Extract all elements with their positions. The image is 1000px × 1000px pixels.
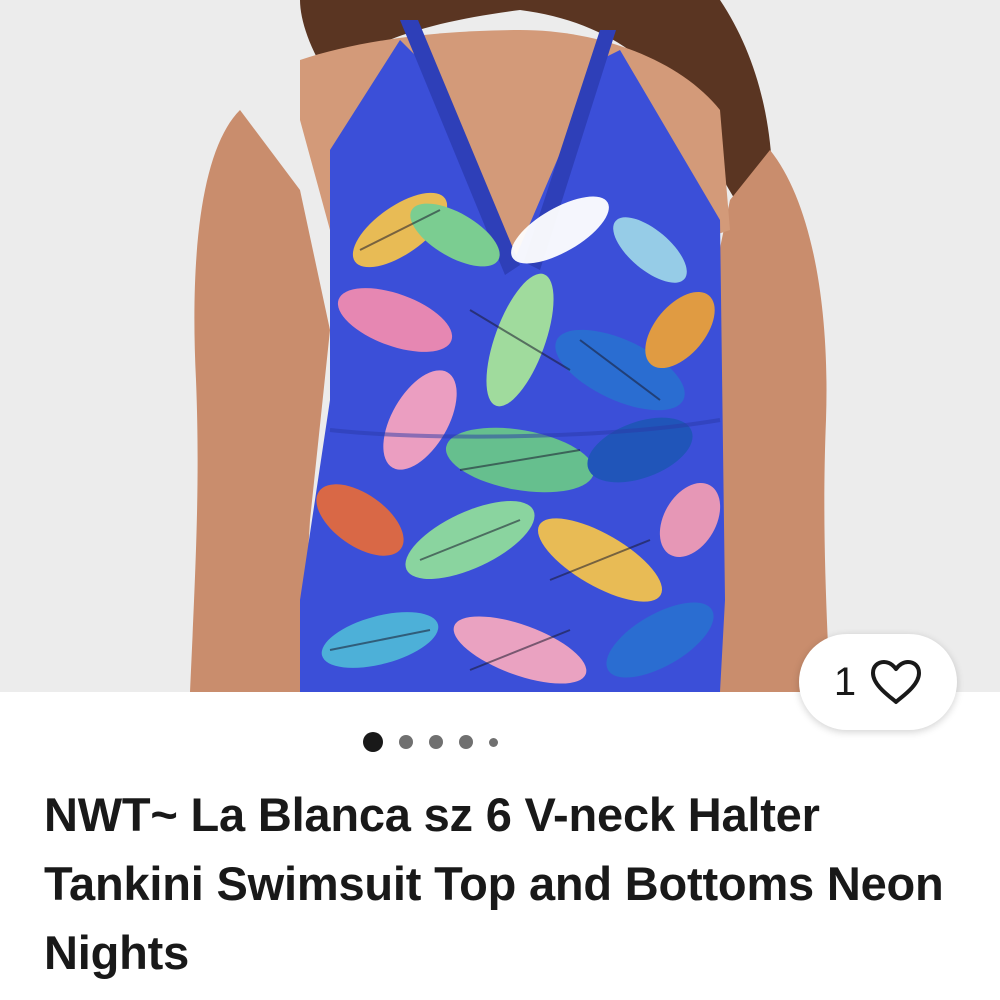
carousel-indicators	[0, 730, 860, 754]
swimsuit-model-image	[190, 0, 830, 692]
watch-like-button[interactable]: 1	[799, 634, 957, 730]
product-photo[interactable]	[0, 0, 1000, 692]
like-count: 1	[833, 660, 857, 704]
heart-outline-icon	[870, 659, 922, 705]
carousel-dot-2[interactable]	[398, 735, 413, 749]
carousel-dot-1[interactable]	[362, 732, 383, 752]
carousel-dot-5[interactable]	[488, 737, 498, 747]
carousel-dot-4[interactable]	[458, 735, 473, 749]
carousel-dot-3[interactable]	[428, 735, 443, 749]
listing-title: NWT~ La Blanca sz 6 V-neck Halter Tankin…	[44, 788, 944, 979]
